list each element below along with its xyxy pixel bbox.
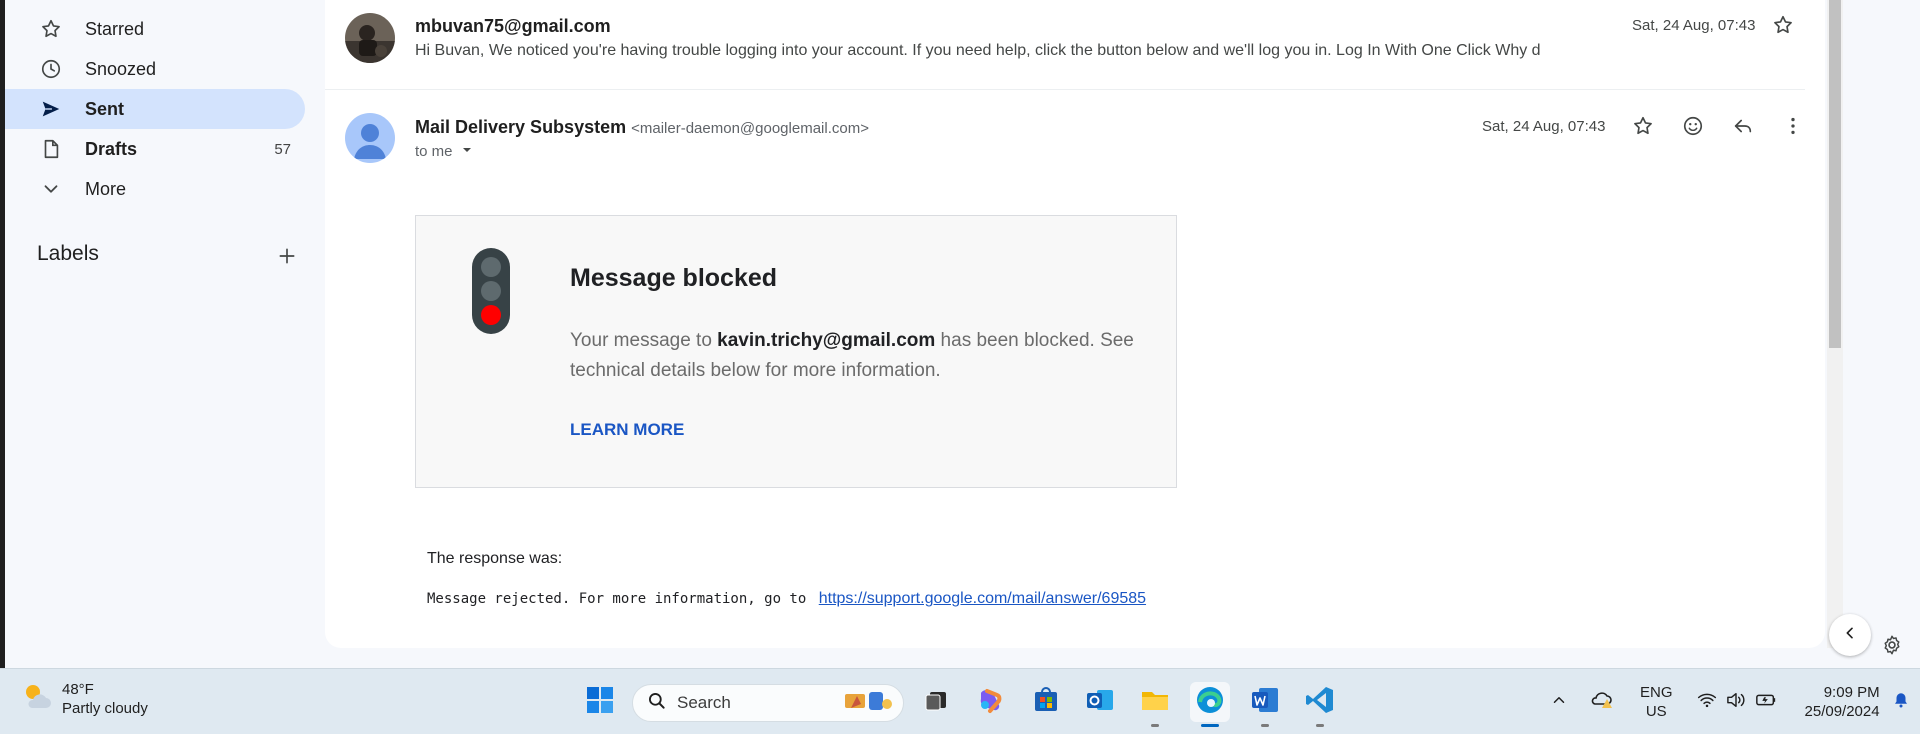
chevron-left-icon [1842, 625, 1858, 646]
word-app[interactable] [1245, 682, 1285, 727]
response-text-line: Message rejected. For more information, … [427, 590, 1146, 608]
weather-temp: 48°F [62, 680, 94, 698]
partly-cloudy-icon [20, 679, 54, 718]
caret-down-icon [461, 143, 473, 160]
draft-icon [39, 137, 63, 161]
sidebar-item-label: Starred [85, 18, 145, 39]
more-options-button[interactable] [1777, 112, 1809, 144]
chevron-up-icon[interactable] [1550, 691, 1568, 714]
microsoft-store-app[interactable] [1026, 682, 1066, 722]
taskbar: 48°F Partly cloudy Search ENG US 9:09 PM… [0, 668, 1920, 734]
learn-more-link[interactable]: LEARN MORE [570, 420, 684, 440]
edge-app[interactable] [1190, 682, 1230, 727]
search-placeholder: Search [677, 693, 731, 712]
sidebar: Starred Snoozed Sent Drafts 57 More Labe… [5, 0, 325, 668]
add-reaction-button[interactable] [1677, 112, 1709, 144]
onedrive-warning-icon[interactable] [1590, 689, 1614, 716]
right-gutter [1866, 0, 1920, 668]
sidebar-item-more[interactable]: More [5, 169, 305, 209]
settings-button[interactable] [1877, 632, 1907, 662]
edge-icon [1194, 684, 1226, 721]
side-panel-toggle[interactable] [1829, 614, 1871, 656]
open-sender: Mail Delivery Subsystem <mailer-daemon@g… [415, 117, 869, 138]
traffic-light-icon [472, 248, 510, 334]
recipients-toggle[interactable]: to me [415, 143, 473, 160]
add-label-button[interactable] [273, 244, 301, 272]
notification-bell-icon[interactable] [1892, 691, 1910, 714]
weather-desc: Partly cloudy [62, 699, 148, 717]
star-outline-icon [1772, 14, 1794, 41]
response-label: The response was: [427, 550, 563, 567]
start-button[interactable] [580, 682, 620, 722]
sidebar-item-label: Snoozed [85, 58, 157, 79]
chevron-down-icon [39, 177, 63, 201]
clock-date: 25/09/2024 [1804, 703, 1880, 720]
volume-icon[interactable] [1725, 691, 1747, 714]
reply-icon [1732, 115, 1754, 142]
labels-header: Labels [37, 242, 99, 265]
sender-email: <mailer-daemon@googlemail.com> [631, 120, 869, 137]
bounce-notice-card: Message blocked Your message to kavin.tr… [415, 215, 1177, 488]
clock[interactable]: 9:09 PM 25/09/2024 [1805, 683, 1880, 721]
star-button[interactable] [1767, 11, 1799, 43]
sender-name: Mail Delivery Subsystem [415, 117, 627, 137]
scrollbar-thumb[interactable] [1829, 0, 1841, 348]
language-indicator[interactable]: ENG US [1640, 683, 1673, 721]
word-icon [1249, 684, 1281, 721]
battery-icon[interactable] [1755, 692, 1777, 713]
more-vert-icon [1782, 115, 1804, 142]
sender-avatar [345, 113, 395, 163]
message-date: Sat, 24 Aug, 07:43 [1632, 17, 1756, 34]
collapsed-message[interactable]: mbuvan75@gmail.com Hi Buvan, We noticed … [325, 0, 1805, 90]
star-button[interactable] [1627, 112, 1659, 144]
store-icon [1031, 685, 1061, 720]
task-view-icon [922, 686, 950, 719]
folder-icon [1139, 684, 1171, 721]
taskbar-search[interactable]: Search [632, 684, 904, 722]
sidebar-item-starred[interactable]: Starred [5, 9, 305, 49]
plus-icon [277, 246, 297, 271]
windows-icon [585, 685, 615, 720]
support-link[interactable]: https://support.google.com/mail/answer/6… [819, 590, 1146, 607]
task-view-button[interactable] [916, 682, 956, 722]
search-highlight-icon [843, 688, 893, 719]
clock-icon [39, 57, 63, 81]
star-outline-icon [1632, 115, 1654, 142]
blocked-recipient: kavin.trichy@gmail.com [717, 330, 936, 351]
send-icon [39, 97, 63, 121]
sidebar-item-label: Drafts [85, 138, 138, 159]
bounce-message: Your message to kavin.trichy@gmail.com h… [570, 330, 1134, 381]
search-icon [647, 691, 667, 716]
reply-button[interactable] [1727, 112, 1759, 144]
system-tray: ENG US 9:09 PM 25/09/2024 [1550, 669, 1910, 734]
vscode-app[interactable] [1300, 682, 1340, 727]
drafts-count: 57 [274, 140, 291, 158]
sidebar-item-sent[interactable]: Sent [5, 89, 305, 129]
copilot-app[interactable] [970, 682, 1010, 722]
star-outline-icon [39, 17, 63, 41]
gear-icon [1881, 634, 1903, 661]
copilot-icon [975, 685, 1005, 720]
sidebar-item-label: Sent [85, 98, 125, 119]
weather-widget[interactable]: 48°F Partly cloudy [20, 679, 148, 718]
outlook-app[interactable] [1080, 682, 1120, 722]
to-me-label: to me [415, 143, 453, 160]
emoji-icon [1682, 115, 1704, 142]
response-text: Message rejected. For more information, … [427, 591, 807, 607]
sender-name: mbuvan75@gmail.com [415, 16, 611, 36]
outlook-icon [1085, 685, 1115, 720]
message-snippet: Hi Buvan, We noticed you're having troub… [415, 42, 1541, 59]
sidebar-item-snoozed[interactable]: Snoozed [5, 49, 305, 89]
sidebar-item-label: More [85, 178, 127, 199]
clock-time: 9:09 PM [1823, 684, 1880, 701]
avatar [345, 13, 395, 63]
vscode-icon [1304, 684, 1336, 721]
message-pane: mbuvan75@gmail.com Hi Buvan, We noticed … [325, 0, 1825, 648]
bounce-title: Message blocked [570, 264, 778, 292]
open-message-date: Sat, 24 Aug, 07:43 [1482, 118, 1606, 135]
wifi-icon[interactable] [1697, 691, 1717, 714]
file-explorer-app[interactable] [1135, 682, 1175, 727]
sidebar-item-drafts[interactable]: Drafts 57 [5, 129, 305, 169]
